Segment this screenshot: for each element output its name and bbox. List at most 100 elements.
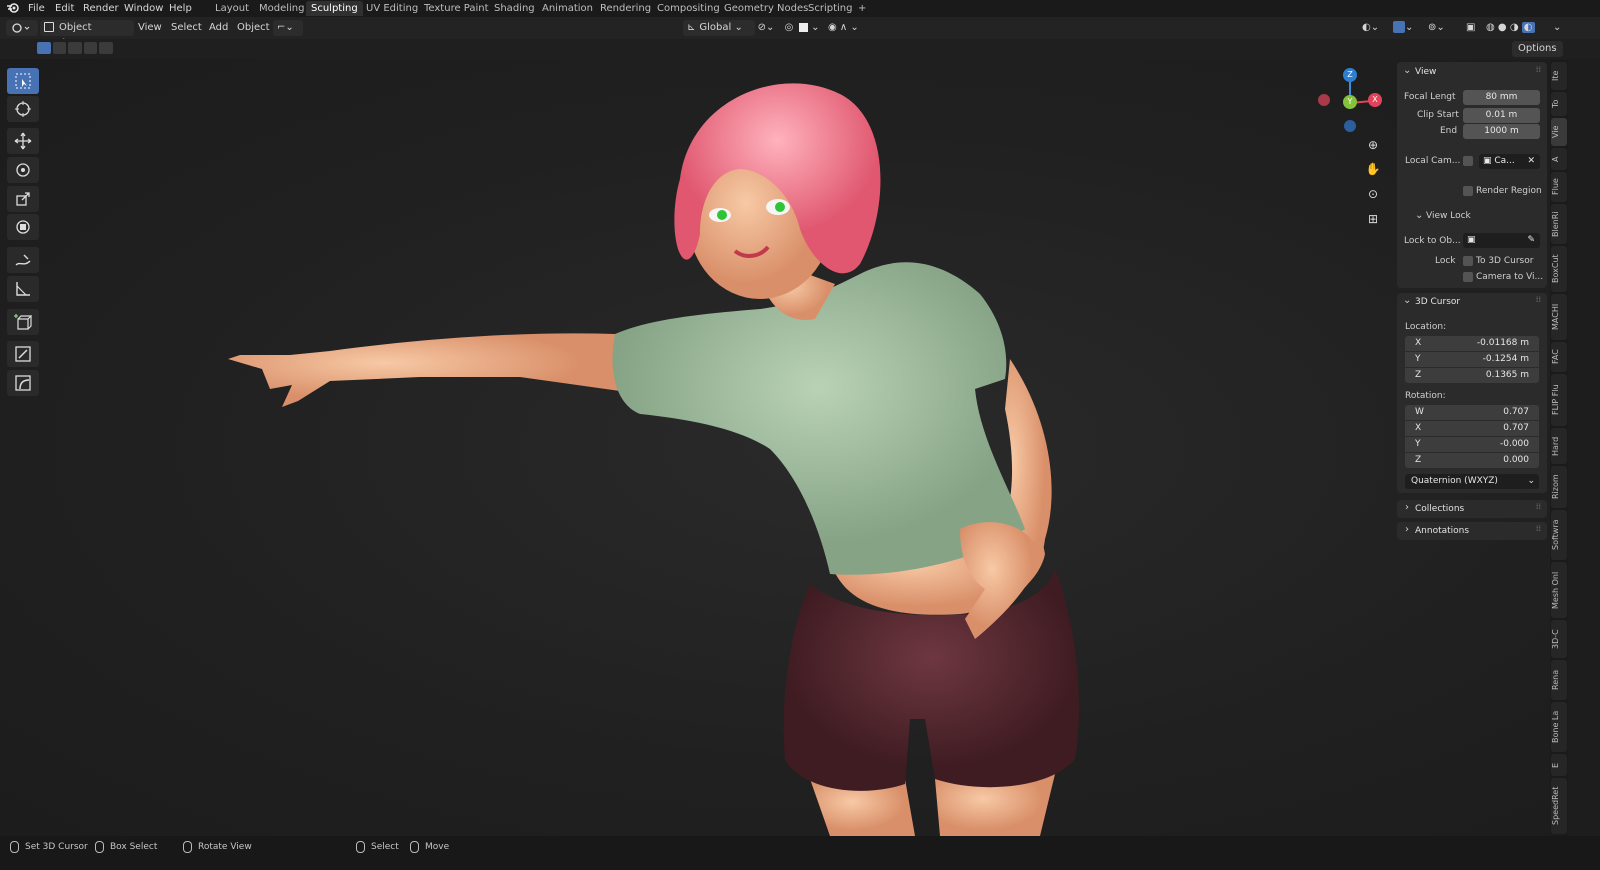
tab-geometry-nodes[interactable]: Geometry Nodes [719, 1, 813, 16]
view-lock-title[interactable]: View Lock [1426, 208, 1471, 224]
tab-texture-paint[interactable]: Texture Paint [419, 1, 494, 16]
tab-layout[interactable]: Layout [210, 1, 254, 16]
sidebar-tab-machi[interactable]: MACHI [1551, 294, 1567, 340]
sidebar-tab-bone-layers[interactable]: Bone La [1551, 702, 1567, 752]
rotation-mode-dropdown[interactable]: Quaternion (WXYZ) ⌄ [1405, 474, 1539, 489]
view-lock-chevron-icon[interactable]: ⌄ [1415, 210, 1423, 221]
sidebar-tab-view[interactable]: Vie [1551, 118, 1567, 146]
gizmo-toggle-icon[interactable]: ⌄ [1393, 20, 1419, 36]
mode-dropdown[interactable]: Object Mode⌄ [40, 20, 134, 49]
select-box-tool[interactable] [7, 68, 39, 94]
drag-handle-icon[interactable]: ⁞⁞ [1536, 502, 1541, 511]
proportional-edit-icon[interactable]: ◎ [782, 20, 796, 36]
local-camera-field[interactable]: ▣ Ca... ✕ [1479, 154, 1540, 169]
cursor-rotation-w[interactable]: W 0.707 [1405, 405, 1539, 420]
clip-end-field[interactable]: 1000 m [1463, 124, 1540, 139]
eyedropper-icon[interactable]: ✎ [1527, 233, 1535, 248]
transform-tool[interactable] [7, 214, 39, 240]
header-menu-add[interactable]: Add [209, 20, 228, 36]
select-invert-icon[interactable] [83, 42, 98, 54]
select-subtract-icon[interactable] [68, 42, 82, 54]
header-menu-select[interactable]: Select [171, 20, 202, 36]
collections-panel[interactable]: › Collections ⁞⁞ [1397, 500, 1547, 518]
shading-modes[interactable]: ◍ ● ◑ ◐ [1486, 20, 1548, 36]
rendered-shading-icon[interactable]: ◐ [1521, 22, 1535, 33]
gizmo-z-axis[interactable]: Z [1343, 68, 1357, 82]
sidebar-tab-speedretopo[interactable]: SpeedRet [1551, 778, 1567, 834]
focal-length-field[interactable]: 80 mm [1463, 90, 1540, 105]
3d-viewport[interactable]: Z X Y ⊕ ✋ ⊙ ⊞ [0, 59, 1550, 836]
sidebar-tab-fac[interactable]: FAC [1551, 342, 1567, 372]
menu-render[interactable]: Render [83, 1, 119, 16]
sidebar-tab-softwrap[interactable]: Softwra [1551, 510, 1567, 560]
tab-compositing[interactable]: Compositing [652, 1, 725, 16]
lock-to-3d-cursor-checkbox[interactable] [1463, 256, 1473, 266]
sidebar-tab-mesh-online[interactable]: Mesh Onl [1551, 562, 1567, 618]
sidebar-tab-e[interactable]: E [1551, 754, 1567, 776]
sidebar-tab-tool[interactable]: To [1551, 92, 1567, 116]
sidebar-tab-flue[interactable]: Flue [1551, 172, 1567, 202]
wireframe-shading-icon[interactable]: ◍ [1486, 22, 1495, 33]
add-cube-tool[interactable] [7, 309, 39, 335]
transform-pivot-dropdown[interactable]: ⌐⌄ [273, 20, 303, 36]
sidebar-tab-rena[interactable]: Rena [1551, 660, 1567, 700]
camera-to-view-checkbox[interactable] [1463, 272, 1473, 282]
cursor-rotation-y[interactable]: Y -0.000 [1405, 437, 1539, 452]
xray-icon[interactable]: ▣ [1466, 20, 1480, 36]
tab-modeling[interactable]: Modeling [254, 1, 310, 16]
menu-window[interactable]: Window [124, 1, 163, 16]
menu-help[interactable]: Help [169, 1, 192, 16]
sidebar-tab-3dc[interactable]: 3D-C [1551, 620, 1567, 658]
menu-file[interactable]: File [28, 1, 45, 16]
gizmo-neg-z[interactable] [1344, 120, 1356, 132]
tab-scripting[interactable]: Scripting [803, 1, 857, 16]
clip-start-field[interactable]: 0.01 m [1463, 108, 1540, 123]
add-workspace-button[interactable]: + [853, 1, 871, 16]
render-region-checkbox[interactable] [1463, 186, 1473, 196]
select-new-icon[interactable] [37, 42, 51, 54]
3d-cursor-panel-title[interactable]: 3D Cursor [1415, 293, 1460, 311]
tab-sculpting[interactable]: Sculpting [306, 1, 363, 16]
editor-type-dropdown[interactable] [6, 20, 38, 36]
falloff-icon[interactable]: ◉ ∧ ⌄ [828, 20, 868, 36]
sidebar-tab-rizom[interactable]: Rizom [1551, 466, 1567, 508]
solid-shading-icon[interactable]: ● [1498, 22, 1507, 33]
drag-handle-icon[interactable]: ⁞⁞ [1536, 65, 1541, 74]
lock-to-object-field[interactable]: ▣ ✎ [1463, 233, 1540, 248]
gizmo-x-axis[interactable]: X [1368, 93, 1382, 107]
gizmo-neg-x[interactable] [1318, 94, 1330, 106]
snap-icon[interactable]: ⊘⌄ [754, 20, 778, 36]
options-dropdown[interactable]: Options [1512, 41, 1563, 57]
cursor-location-y[interactable]: Y -0.1254 m [1405, 352, 1539, 367]
rotate-tool[interactable] [7, 157, 39, 183]
sidebar-tab-a[interactable]: A [1551, 148, 1567, 170]
material-shading-icon[interactable]: ◑ [1510, 22, 1519, 33]
view-panel-title[interactable]: View [1415, 63, 1436, 81]
snapping-toggle[interactable]: ⌄ [799, 20, 821, 36]
tab-rendering[interactable]: Rendering [595, 1, 656, 16]
move-tool[interactable] [7, 128, 39, 154]
sidebar-tab-boxcut[interactable]: BoxCut [1551, 246, 1567, 292]
cursor-rotation-x[interactable]: X 0.707 [1405, 421, 1539, 436]
visibility-icon[interactable]: ◐⌄ [1362, 20, 1388, 36]
header-menu-view[interactable]: View [138, 20, 162, 36]
cursor-rotation-z[interactable]: Z 0.000 [1405, 453, 1539, 468]
tab-shading[interactable]: Shading [489, 1, 540, 16]
orientation-dropdown[interactable]: ⊾ Global ⌄ [683, 20, 755, 36]
menu-edit[interactable]: Edit [55, 1, 74, 16]
bevel-tool[interactable] [7, 370, 39, 396]
camera-view-icon[interactable]: ⊙ [1362, 183, 1384, 205]
cursor-tool[interactable] [7, 96, 39, 122]
drag-handle-icon[interactable]: ⁞⁞ [1536, 295, 1541, 304]
extrude-tool[interactable] [7, 341, 39, 367]
grid-perspective-icon[interactable]: ⊞ [1362, 208, 1384, 230]
select-intersect-icon[interactable] [99, 42, 113, 54]
collapse-chevron-icon[interactable]: ⌄ [1403, 295, 1411, 306]
gizmo-y-axis[interactable]: Y [1343, 95, 1357, 109]
cursor-location-x[interactable]: X -0.01168 m [1405, 336, 1539, 351]
sidebar-tab-item[interactable]: Ite [1551, 62, 1567, 90]
header-menu-object[interactable]: Object [237, 20, 270, 36]
sidebar-tab-blenri[interactable]: BlenRi [1551, 204, 1567, 244]
blender-logo-icon[interactable] [6, 1, 20, 15]
scale-tool[interactable] [7, 186, 39, 212]
